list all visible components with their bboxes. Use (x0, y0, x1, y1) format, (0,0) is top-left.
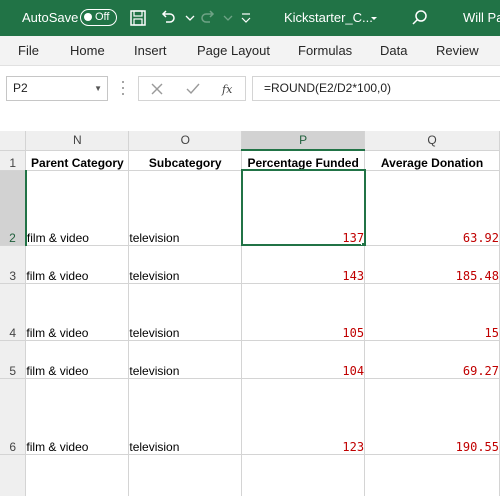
subcategory-cell[interactable]: television (128, 170, 243, 246)
redo-dropdown-icon[interactable] (218, 8, 238, 28)
tab-insert[interactable]: Insert (134, 36, 167, 66)
average-donation-cell[interactable]: 69.27 (364, 340, 500, 379)
autosave-toggle[interactable]: Off (80, 9, 117, 26)
table-row: 6 film & video television 123 190.55 (0, 378, 500, 455)
formula-bar-area: P2 ▼ fx =ROUND(E2/D2*100,0) (0, 66, 500, 131)
subcategory-cell[interactable]: television (128, 378, 243, 455)
name-box[interactable]: P2 ▼ (6, 76, 108, 101)
ribbon-tabs: File Home Insert Page Layout Formulas Da… (0, 36, 500, 66)
tab-review[interactable]: Review (436, 36, 479, 66)
search-icon[interactable] (410, 8, 430, 28)
header-cell[interactable]: Average Donation (364, 150, 500, 171)
parent-category-cell[interactable]: film & video (25, 283, 130, 341)
parent-category-cell[interactable]: film & video (25, 340, 130, 379)
percentage-funded-cell[interactable]: 105 (241, 283, 366, 341)
parent-category-cell[interactable]: film & video (25, 245, 130, 284)
svg-text:fx: fx (221, 83, 233, 96)
percentage-funded-cell[interactable]: 104 (241, 340, 366, 379)
formula-text: =ROUND(E2/D2*100,0) (264, 81, 392, 95)
row-header[interactable]: 1 (0, 150, 27, 171)
column-header-row: N O P Q (0, 131, 500, 151)
average-donation-cell[interactable] (364, 454, 500, 496)
average-donation-cell[interactable]: 190.55 (364, 378, 500, 455)
save-icon[interactable] (128, 8, 148, 28)
subcategory-cell[interactable]: television (128, 245, 243, 284)
table-row: 4 film & video television 105 15 (0, 283, 500, 341)
header-cell[interactable]: Percentage Funded (241, 150, 366, 171)
tab-formulas[interactable]: Formulas (298, 36, 352, 66)
formula-bar-grip-icon[interactable] (121, 79, 125, 97)
tab-home[interactable]: Home (70, 36, 105, 66)
parent-category-cell[interactable]: film & video (25, 378, 130, 455)
header-cell[interactable]: Subcategory (128, 150, 243, 171)
autosave-label: AutoSave (22, 10, 79, 25)
formula-input[interactable]: =ROUND(E2/D2*100,0) (252, 76, 500, 101)
percentage-funded-cell[interactable]: 123 (241, 378, 366, 455)
cell-table: N O P Q 1 Parent Category Subcategory Pe… (0, 131, 500, 496)
header-cell[interactable]: Parent Category (25, 150, 130, 171)
column-header-q[interactable]: Q (364, 131, 500, 151)
name-box-value: P2 (13, 81, 28, 95)
document-title[interactable]: Kickstarter_C... (284, 0, 373, 36)
parent-category-cell[interactable]: film & video (25, 170, 130, 246)
fill-handle[interactable] (361, 241, 364, 244)
title-bar: AutoSave Off Kickstarter_C... Will Par (0, 0, 500, 36)
customize-toolbar-icon[interactable] (236, 8, 256, 28)
average-donation-cell[interactable]: 63.92 (364, 170, 500, 246)
undo-icon[interactable] (158, 8, 178, 28)
tab-page-layout[interactable]: Page Layout (197, 36, 270, 66)
table-row: 3 film & video television 143 185.48 (0, 245, 500, 284)
name-box-dropdown-icon[interactable]: ▼ (94, 77, 102, 100)
column-header-o[interactable]: O (128, 131, 243, 151)
parent-category-cell[interactable] (25, 454, 130, 496)
formula-buttons: fx (138, 76, 246, 101)
select-all-corner[interactable] (0, 131, 27, 151)
percentage-funded-cell[interactable] (241, 454, 366, 496)
row-header[interactable]: 6 (0, 378, 27, 455)
tab-file[interactable]: File (18, 36, 39, 66)
toggle-knob (84, 13, 92, 21)
row-header[interactable]: 5 (0, 340, 27, 379)
enter-check-icon[interactable] (185, 81, 201, 97)
redo-icon[interactable] (198, 8, 218, 28)
spreadsheet-grid[interactable]: N O P Q 1 Parent Category Subcategory Pe… (0, 131, 500, 496)
column-header-n[interactable]: N (25, 131, 130, 151)
row-header[interactable]: 3 (0, 245, 27, 284)
autosave-state: Off (95, 11, 110, 23)
subcategory-cell[interactable]: television (128, 340, 243, 379)
average-donation-cell[interactable]: 185.48 (364, 245, 500, 284)
row-header[interactable]: 4 (0, 283, 27, 341)
table-row: 5 film & video television 104 69.27 (0, 340, 500, 379)
average-donation-cell[interactable]: 15 (364, 283, 500, 341)
table-row (0, 454, 500, 496)
percentage-funded-cell[interactable]: 143 (241, 245, 366, 284)
tab-data[interactable]: Data (380, 36, 407, 66)
undo-dropdown-icon[interactable] (180, 8, 200, 28)
table-row: 1 Parent Category Subcategory Percentage… (0, 150, 500, 171)
subcategory-cell[interactable]: television (128, 283, 243, 341)
row-header[interactable] (0, 454, 27, 496)
column-header-p[interactable]: P (241, 131, 366, 151)
subcategory-cell[interactable] (128, 454, 243, 496)
title-chevron-down-icon[interactable] (364, 8, 384, 28)
row-header[interactable]: 2 (0, 170, 27, 246)
percentage-funded-cell[interactable]: 137 (240, 169, 366, 246)
cancel-icon[interactable] (149, 81, 165, 97)
user-name[interactable]: Will Par (463, 0, 500, 36)
insert-function-icon[interactable]: fx (221, 81, 237, 97)
table-row: 2 film & video television 137 63.92 (0, 169, 500, 246)
